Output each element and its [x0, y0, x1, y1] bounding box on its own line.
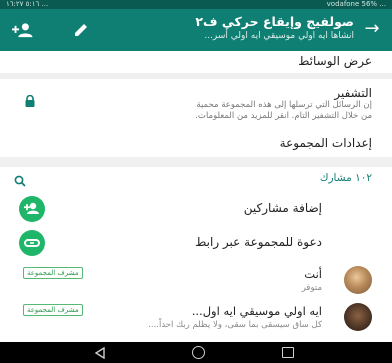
app-bar: → صولفيج وإيقاع حركي ف٢ انشاها ايه اولي …	[0, 9, 392, 51]
status-bar: ٥:١٦ ١٦:٢٧ ... vodafone 56% ...	[0, 0, 392, 9]
nav-recent-apps-icon[interactable]	[282, 347, 294, 358]
link-icon	[19, 230, 45, 256]
admin-badge: مشرف المجموعة	[23, 267, 83, 279]
status-right: vodafone 56% ...	[326, 0, 386, 8]
back-arrow-icon[interactable]: →	[362, 19, 382, 39]
group-settings-title: إعدادات المجموعة	[279, 136, 372, 150]
invite-link-label: دعوة للمجموعة عبر رابط	[195, 235, 322, 249]
participants-count: ١٠٢ مشارك	[319, 172, 372, 184]
add-participants-row[interactable]: إضافة مشاركين	[0, 192, 392, 226]
avatar	[344, 266, 372, 294]
invite-link-row[interactable]: دعوة للمجموعة عبر رابط	[0, 226, 392, 260]
encryption-section[interactable]: التشفير إن الرسائل التي ترسلها إلى هذه ا…	[0, 79, 392, 127]
add-participant-circle-icon	[19, 196, 45, 222]
avatar	[344, 303, 372, 331]
status-left: ٥:١٦ ١٦:٢٧ ...	[6, 0, 49, 8]
nav-home-icon[interactable]	[192, 346, 205, 359]
member-name: ايه اولي موسيقي ايه اول...	[191, 304, 322, 318]
admin-badge: مشرف المجموعة	[23, 304, 83, 316]
system-nav-bar	[0, 342, 392, 363]
encryption-desc-line2: من خلال التشفير التام. انقر للمزيد من ال…	[195, 111, 372, 121]
participants-header: ١٠٢ مشارك	[0, 167, 392, 191]
member-name: أنت	[304, 267, 322, 281]
group-settings-section[interactable]: إعدادات المجموعة	[0, 127, 392, 157]
add-participant-icon[interactable]	[12, 21, 34, 39]
media-title: عرض الوسائط	[298, 54, 372, 68]
add-participants-label: إضافة مشاركين	[243, 201, 322, 215]
divider	[0, 157, 392, 167]
pencil-icon[interactable]	[72, 21, 90, 39]
member-row[interactable]: ايه اولي موسيقي ايه اول... كل ساق سيسقى …	[0, 301, 392, 341]
lock-icon	[25, 95, 35, 107]
group-title[interactable]: صولفيج وإيقاع حركي ف٢	[195, 14, 354, 29]
media-section[interactable]: عرض الوسائط	[0, 51, 392, 73]
encryption-title: التشفير	[334, 86, 372, 100]
search-icon[interactable]	[14, 175, 26, 187]
member-status: متوفر	[301, 283, 322, 293]
nav-back-icon[interactable]	[94, 347, 106, 359]
member-status: كل ساق سيسقى بما سقى، ولا يظلم ربك احداً…	[148, 320, 322, 330]
member-row[interactable]: أنت متوفر مشرف المجموعة	[0, 264, 392, 304]
group-subtitle: انشاها ايه اولي موسيقي ايه اولي أسر...	[204, 31, 354, 41]
